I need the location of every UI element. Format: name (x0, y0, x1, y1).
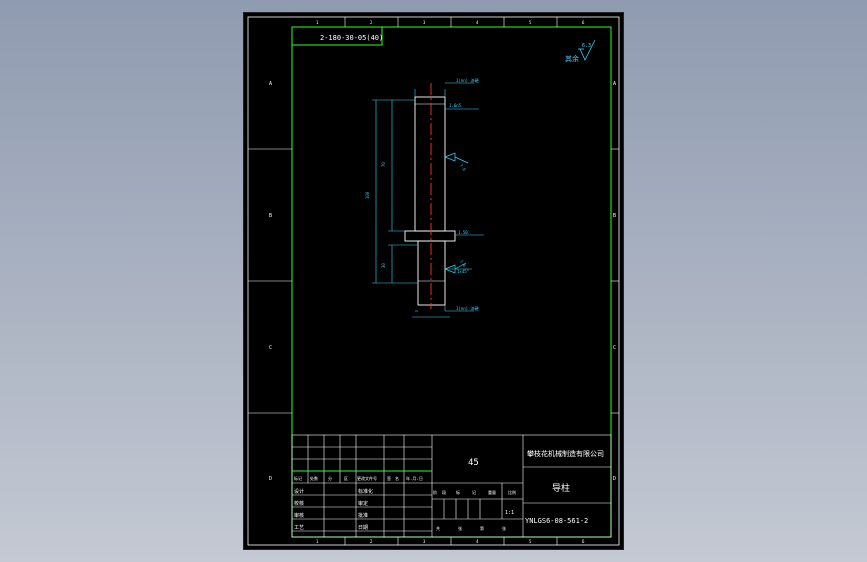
dim-upper: 70 (381, 162, 386, 167)
rev-doc: 更改文件号 (357, 475, 377, 481)
zone-num-4-bottom: 4 (476, 539, 479, 544)
rev-sub: 分 (328, 475, 332, 481)
part-name: 导柱 (552, 482, 570, 494)
material: 45 (468, 458, 479, 468)
dim-flange: 1.50 (458, 230, 468, 235)
lower-shaft (417, 240, 446, 306)
zone-num-3-bottom: 3 (423, 539, 426, 544)
zone-letter-a-right: A (613, 81, 616, 87)
dim-overall: 100 (365, 191, 370, 199)
stage-scale: 比例 (508, 489, 516, 495)
stage-2: 段 (442, 489, 446, 495)
stage-3: 标 (456, 489, 460, 495)
rev-name: 名 (395, 475, 399, 481)
zone-num-1: 1 (316, 20, 319, 25)
sheet-num: 第 (480, 525, 484, 531)
zone-letter-b-right: B (613, 213, 616, 219)
zone-num-2-bottom: 2 (370, 539, 373, 544)
roughness-value: 6.3 (582, 43, 591, 49)
row-authorize: 批准 (358, 512, 368, 519)
rough-b: 1.6 (459, 259, 467, 268)
zone-letter-b: B (269, 213, 272, 219)
code-box-text: 2-180-30-05(40) (320, 34, 383, 42)
row-standard: 标准化 (358, 488, 373, 495)
roughness-other: 其余 (565, 54, 579, 63)
roughness-symbol: 6.3 其余 (565, 39, 596, 63)
zone-letter-c: C (269, 345, 272, 351)
row-process: 工艺 (294, 525, 304, 531)
zone-num-4: 4 (476, 20, 479, 25)
row-design: 设计 (294, 488, 304, 495)
zone-num-5-bottom: 5 (529, 539, 532, 544)
upper-shaft (414, 96, 446, 232)
zone-num-3: 3 (423, 20, 426, 25)
zone-letter-c-right: C (613, 345, 616, 351)
scale: 1:1 (505, 510, 514, 516)
cad-drawing: A B C D A B C D 1 2 3 4 5 6 1 2 3 4 5 6 … (247, 16, 620, 546)
drawing-sheet: A B C D A B C D 1 2 3 4 5 6 1 2 3 4 5 6 … (244, 13, 623, 549)
sheet-total: 共 (436, 525, 440, 531)
sheet-total-unit: 张 (458, 525, 462, 531)
zone-num-1-bottom: 1 (316, 539, 319, 544)
row-review: 审核 (294, 512, 304, 519)
dim-lower: 30 (381, 263, 386, 268)
flange (404, 230, 456, 242)
stage-1: 阶 (433, 489, 437, 495)
company-name: 攀枝花机械制造有限公司 (527, 449, 604, 458)
note-bottom: 1(nn) 淬硬 (456, 305, 478, 311)
rev-mark: 标记 (294, 475, 302, 481)
zone-num-6: 6 (582, 20, 585, 25)
zone-num-2: 2 (370, 20, 373, 25)
rough-a: 1.6 (459, 163, 467, 172)
note-top: 1(nn) 淬硬 (456, 77, 478, 83)
zone-letter-a: A (269, 81, 272, 87)
row-date: 日期 (358, 525, 368, 531)
rev-count: 处数 (310, 475, 318, 481)
zone-num-6-bottom: 6 (582, 539, 585, 544)
row-approve: 审定 (358, 500, 368, 507)
rev-date: 年.月.日 (406, 475, 423, 481)
surface-roughness-marks (444, 152, 469, 274)
dim-chamfer-bottom: 1x45° (457, 269, 469, 274)
stage-4: 记 (472, 489, 476, 495)
guide-pillar-view (404, 83, 456, 309)
dim-chamfer-top: 1.6n5 (449, 103, 462, 108)
stage-weight: 重量 (488, 489, 496, 495)
zone-letter-d-right: D (613, 476, 616, 482)
dimension-lines (372, 82, 484, 318)
zone-num-5: 5 (529, 20, 532, 25)
sheet-num-unit: 张 (502, 525, 506, 531)
drawing-number: YNLGS6-08-561-2 (525, 517, 588, 525)
rev-sign: 签 (387, 475, 391, 481)
rev-zone: 区 (344, 476, 348, 481)
row-check: 校核 (294, 500, 304, 507)
zone-letter-d: D (269, 476, 272, 482)
